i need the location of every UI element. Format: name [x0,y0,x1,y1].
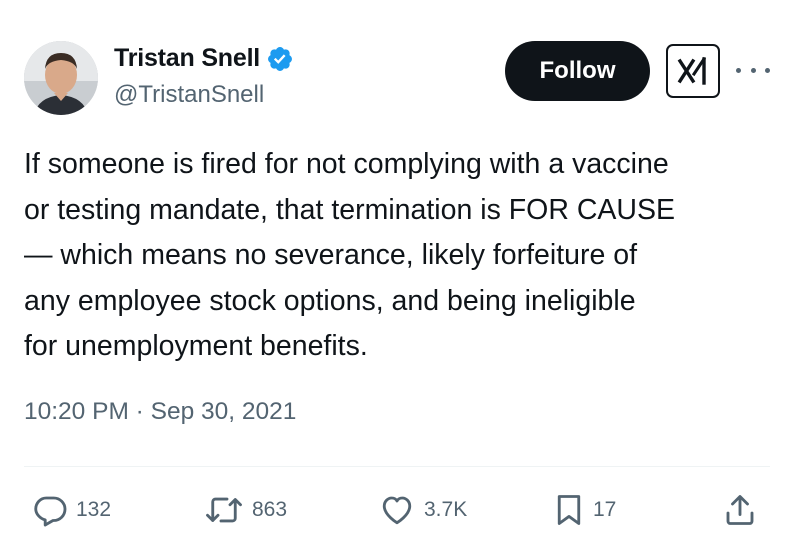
follow-button[interactable]: Follow [505,41,650,101]
tweet-actions: 132 863 3.7K 17 [0,488,788,532]
dot [765,67,770,73]
author-name-row[interactable]: Tristan Snell [114,44,294,73]
display-name[interactable]: Tristan Snell [114,44,260,73]
verified-badge-icon [266,45,294,73]
repost-count: 863 [252,498,288,521]
divider [24,466,770,467]
grok-button[interactable] [666,44,720,98]
reply-icon [34,496,67,527]
bookmark-icon [557,495,581,525]
dot [736,67,741,73]
avatar[interactable] [24,41,98,115]
tweet-timestamp[interactable]: 10:20 PM · Sep 30, 2021 [24,398,296,426]
reply-button[interactable]: 132 [32,488,111,532]
tweet-line: or testing mandate, that termination is … [24,193,676,226]
more-options-button[interactable] [736,58,770,82]
repost-button[interactable]: 863 [204,488,287,532]
bookmark-button[interactable]: 17 [553,488,616,532]
tweet-text: If someone is fired for not complying wi… [24,142,774,370]
reply-count: 132 [76,498,112,521]
repost-icon [206,497,242,523]
author-handle[interactable]: @TristanSnell [114,81,264,109]
tweet-line: for unemployment benefits. [24,330,368,362]
heart-icon [382,496,412,525]
tweet-line: — which means no severance, likely forfe… [24,239,638,271]
tweet-line: any employee stock options, and being in… [24,284,636,317]
dot [750,67,756,73]
like-button[interactable]: 3.7K [378,488,467,532]
tweet-line: If someone is fired for not complying wi… [24,148,669,180]
share-button[interactable] [722,488,758,532]
share-icon [726,495,754,525]
like-count: 3.7K [424,498,468,521]
xai-grok-icon [677,56,707,85]
avatar-image [24,41,98,115]
bookmark-count: 17 [593,498,617,521]
